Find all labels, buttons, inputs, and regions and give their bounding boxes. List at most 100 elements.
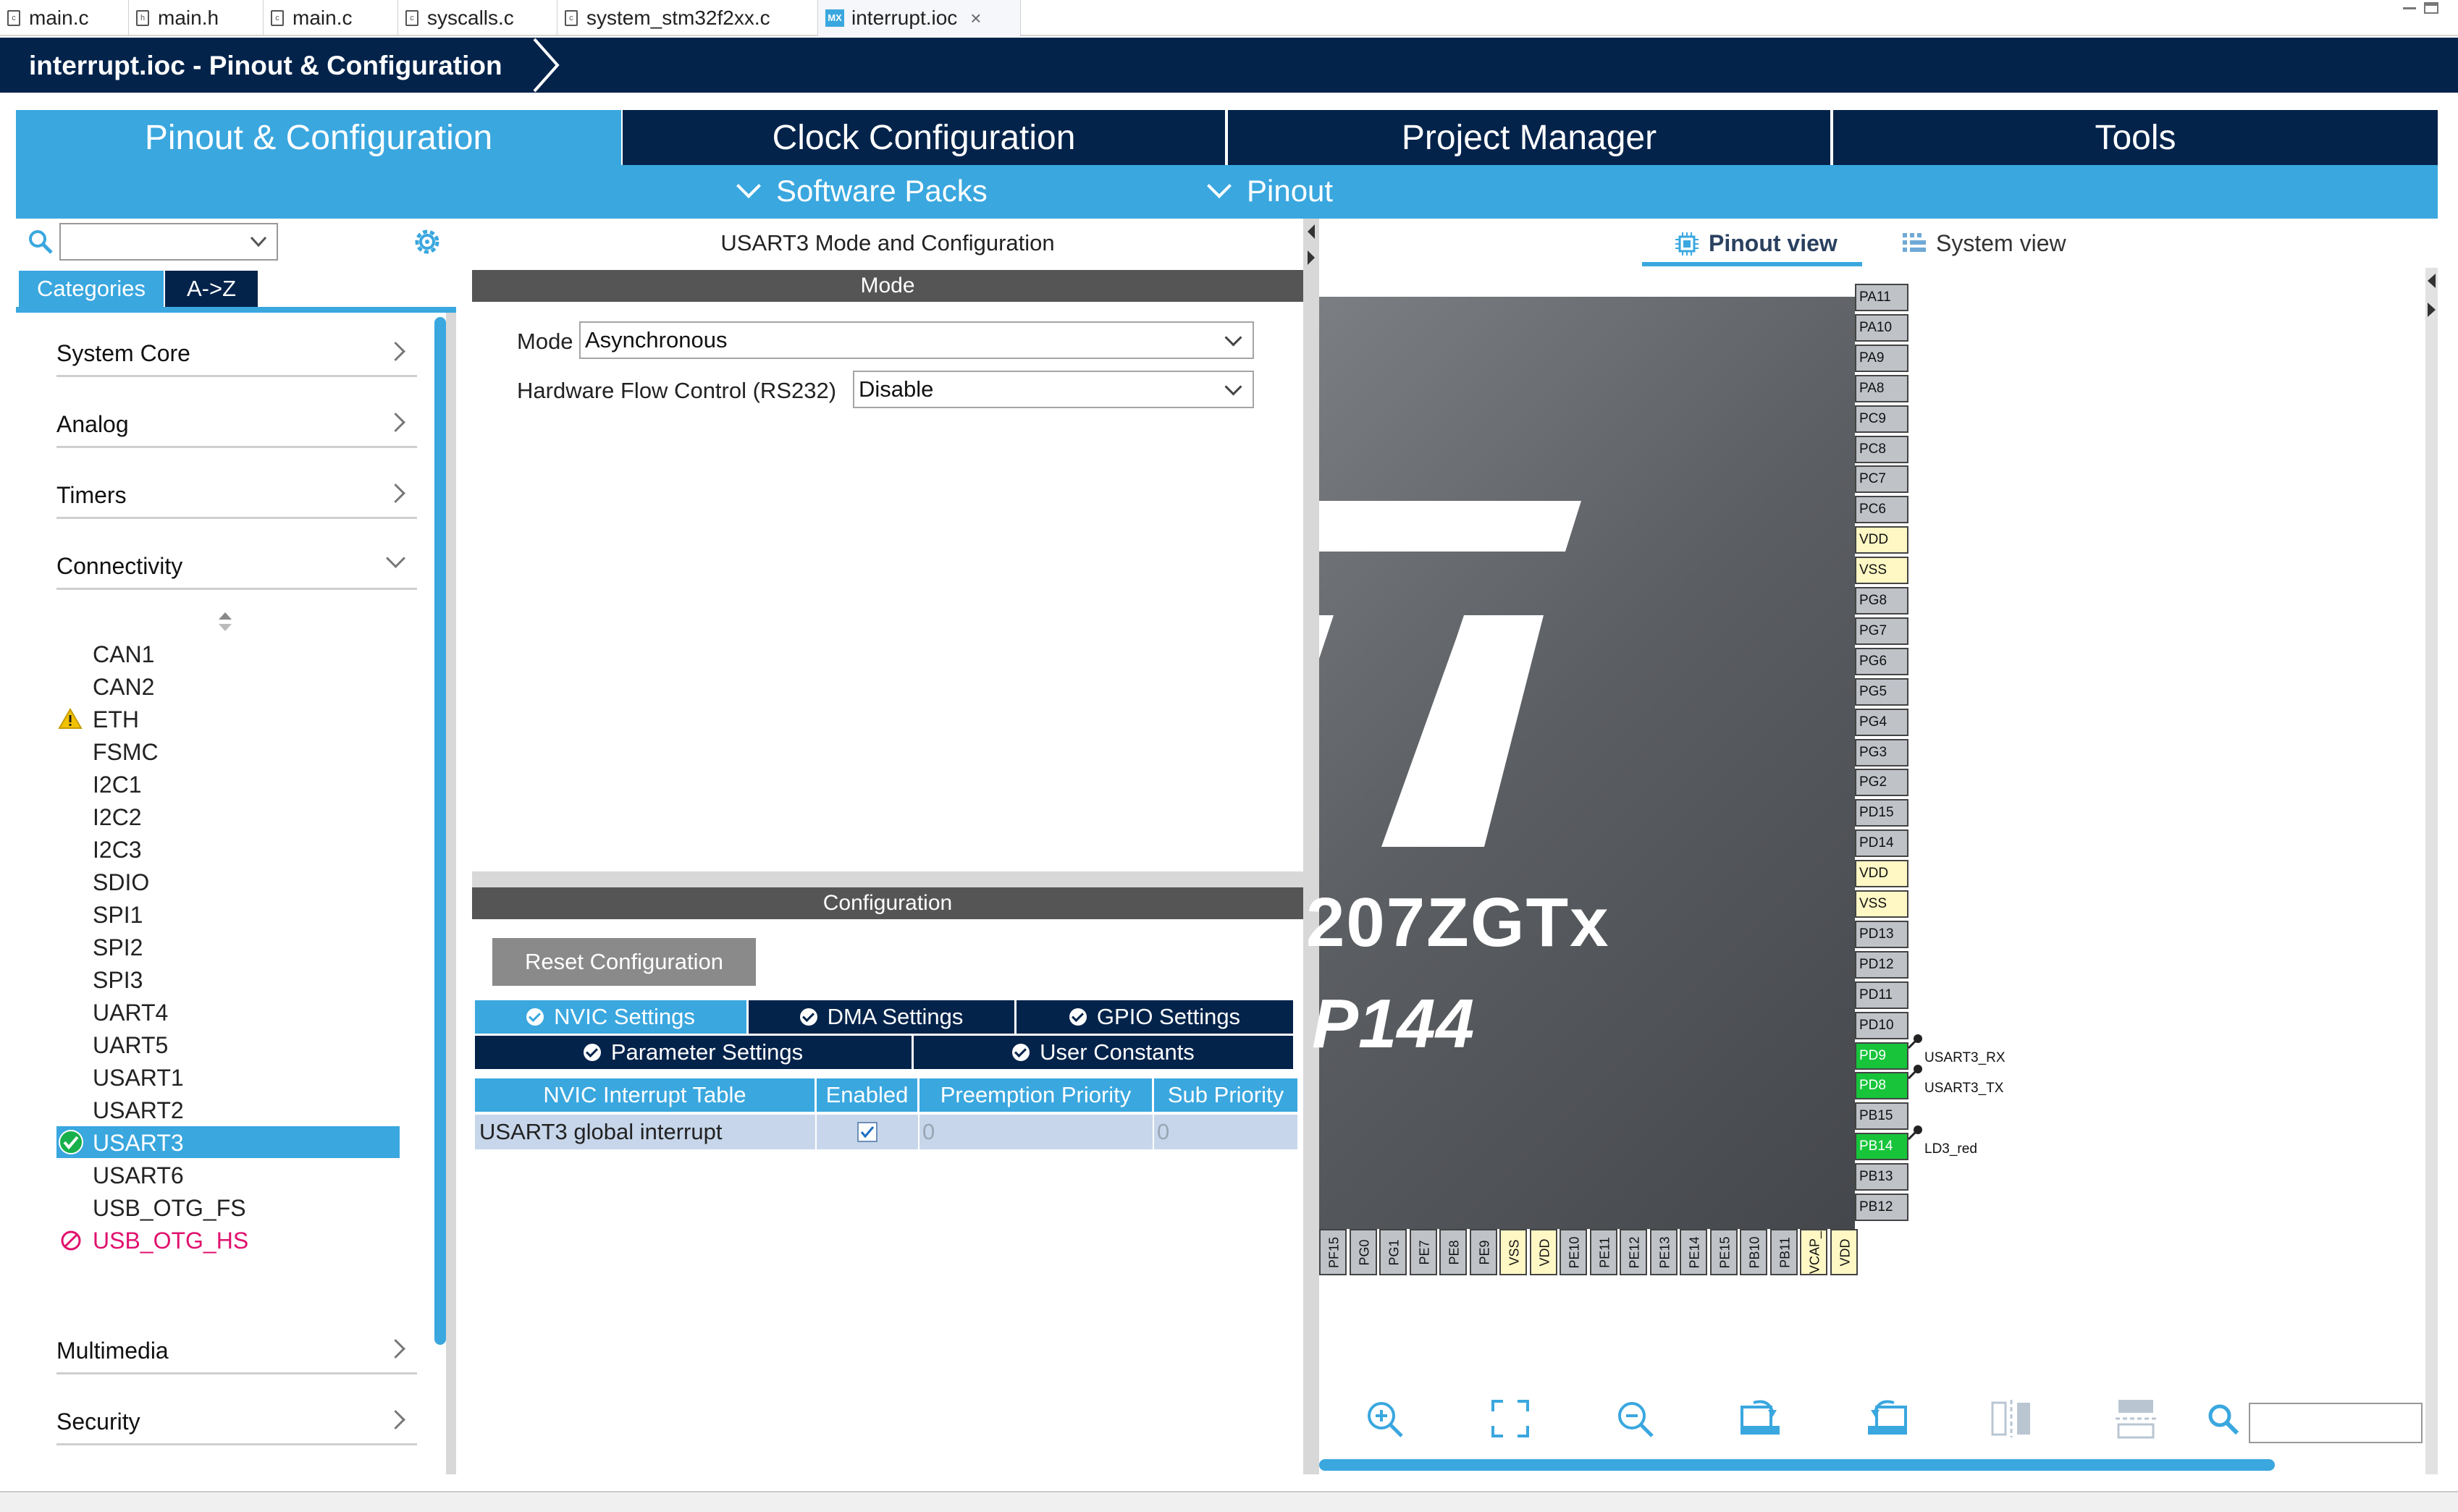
pin-pd11[interactable]: PD11 (1855, 981, 1908, 1009)
pin-pe13[interactable]: PE13 (1649, 1229, 1678, 1275)
tab-tools[interactable]: Tools (1833, 110, 2438, 165)
editor-tab-interrupt-ioc[interactable]: MX interrupt.ioc × (818, 0, 1021, 36)
list-item-can2[interactable]: CAN2 (93, 671, 154, 703)
pin-vdd[interactable]: VDD (1830, 1229, 1858, 1275)
pin-pb13[interactable]: PB13 (1855, 1163, 1908, 1191)
middle-splitter[interactable] (1303, 219, 1319, 1474)
signal-label-pd8[interactable]: USART3_TX (1924, 1081, 2003, 1097)
collapse-right-icon[interactable] (1305, 249, 1318, 266)
flip-horizontal-icon[interactable] (2114, 1397, 2158, 1440)
pin-pg5[interactable]: PG5 (1855, 677, 1908, 706)
signal-label-pd9[interactable]: USART3_RX (1924, 1050, 2005, 1066)
pin-pe11[interactable]: PE11 (1589, 1229, 1617, 1275)
pin-vss[interactable]: VSS (1855, 557, 1908, 585)
pin-pa10[interactable]: PA10 (1855, 313, 1908, 342)
pin-pe14[interactable]: PE14 (1680, 1229, 1707, 1275)
pin-pd8[interactable]: PD8 (1855, 1072, 1908, 1100)
category-timers[interactable]: Timers (56, 473, 417, 519)
pin-pc8[interactable]: PC8 (1855, 435, 1908, 463)
list-item-spi3[interactable]: SPI3 (93, 964, 143, 996)
pin-search-input[interactable] (2249, 1403, 2423, 1443)
list-item-sdio[interactable]: SDIO (93, 866, 149, 898)
mcu-chip-body[interactable]: 207ZGTx P144 (1306, 297, 1855, 1229)
scroll-down-icon[interactable] (2425, 301, 2438, 318)
pin-pg4[interactable]: PG4 (1855, 708, 1908, 736)
tab-pinout-view[interactable]: Pinout view (1674, 230, 1838, 257)
pin-pg0[interactable]: PG0 (1349, 1229, 1377, 1275)
editor-tab-main-c-2[interactable]: c main.c (264, 0, 398, 36)
pin-pd14[interactable]: PD14 (1855, 829, 1908, 858)
tab-gpio-settings[interactable]: GPIO Settings (1017, 1000, 1293, 1034)
sort-icon[interactable] (216, 611, 235, 633)
scroll-up-icon[interactable] (2425, 272, 2438, 290)
list-item-usart6[interactable]: USART6 (93, 1160, 184, 1191)
close-icon[interactable]: × (970, 7, 981, 30)
pin-pe9[interactable]: PE9 (1469, 1229, 1497, 1275)
pin-vss[interactable]: VSS (1499, 1229, 1527, 1275)
table-cell-preemption-priority[interactable]: 0 (919, 1115, 1154, 1149)
pin-pg2[interactable]: PG2 (1855, 769, 1908, 797)
mode-select[interactable]: Asynchronous (579, 321, 1254, 359)
category-security[interactable]: Security (56, 1400, 417, 1445)
category-analog[interactable]: Analog (56, 402, 417, 448)
flip-vertical-icon[interactable] (1990, 1397, 2033, 1440)
editor-tab-main-h[interactable]: h main.h (129, 0, 264, 36)
pin-pb10[interactable]: PB10 (1740, 1229, 1767, 1275)
tab-system-view[interactable]: System view (1901, 230, 2066, 257)
pin-pc9[interactable]: PC9 (1855, 405, 1908, 433)
horizontal-splitter[interactable] (472, 871, 1303, 887)
pin-pf15[interactable]: PF15 (1319, 1229, 1347, 1275)
pin-vdd[interactable]: VDD (1529, 1229, 1557, 1275)
editor-tab-system-stm32[interactable]: c system_stm32f2xx.c (557, 0, 818, 36)
list-item-uart5[interactable]: UART5 (93, 1029, 168, 1061)
pin-pb11[interactable]: PB11 (1769, 1229, 1798, 1275)
pin-pe10[interactable]: PE10 (1560, 1229, 1587, 1275)
vertical-scrollbar-track[interactable] (2425, 268, 2438, 1474)
fit-screen-icon[interactable] (1489, 1397, 1532, 1440)
pin-pc7[interactable]: PC7 (1855, 465, 1908, 494)
list-item-usb-otg-hs[interactable]: USB_OTG_HS (93, 1225, 248, 1257)
horizontal-scrollbar[interactable] (1319, 1459, 2275, 1471)
left-splitter[interactable] (446, 313, 456, 1474)
search-icon[interactable] (28, 229, 54, 255)
search-icon[interactable] (2204, 1397, 2242, 1440)
software-packs-menu[interactable]: Software Packs (736, 174, 988, 208)
list-item-spi1[interactable]: SPI1 (93, 899, 143, 931)
editor-tab-syscalls[interactable]: c syscalls.c (398, 0, 557, 36)
pin-pd13[interactable]: PD13 (1855, 920, 1908, 948)
pin-pa8[interactable]: PA8 (1855, 374, 1908, 402)
list-item-i2c1[interactable]: I2C1 (93, 769, 142, 801)
list-item-usart3[interactable]: USART3 (93, 1127, 184, 1159)
pin-pg6[interactable]: PG6 (1855, 647, 1908, 675)
tab-a-to-z[interactable]: A->Z (165, 271, 258, 307)
minimize-maximize-icon[interactable] (2400, 0, 2444, 22)
list-item-usb-otg-fs[interactable]: USB_OTG_FS (93, 1192, 246, 1224)
pin-pd10[interactable]: PD10 (1855, 1011, 1908, 1039)
tab-user-constants[interactable]: User Constants (914, 1036, 1293, 1069)
list-item-i2c3[interactable]: I2C3 (93, 834, 142, 866)
list-item-spi2[interactable]: SPI2 (93, 932, 143, 963)
pin-pe8[interactable]: PE8 (1439, 1229, 1467, 1275)
pin-vdd[interactable]: VDD (1855, 860, 1908, 888)
list-item-eth[interactable]: ETH (93, 704, 139, 735)
gear-icon[interactable] (411, 226, 443, 258)
pin-pe12[interactable]: PE12 (1620, 1229, 1647, 1275)
table-cell-sub-priority[interactable]: 0 (1154, 1115, 1297, 1149)
reset-configuration-button[interactable]: Reset Configuration (492, 938, 756, 986)
pin-pa11[interactable]: PA11 (1855, 284, 1908, 311)
collapse-left-icon[interactable] (1305, 223, 1318, 240)
pin-pb12[interactable]: PB12 (1855, 1194, 1908, 1221)
list-item-usart1[interactable]: USART1 (93, 1062, 184, 1094)
pin-vcap[interactable]: VCAP_ (1800, 1229, 1827, 1275)
category-system-core[interactable]: System Core (56, 331, 417, 377)
rotate-right-icon[interactable] (1739, 1397, 1783, 1440)
column-header-preemption-priority[interactable]: Preemption Priority (919, 1078, 1154, 1112)
rotate-left-icon[interactable] (1865, 1397, 1908, 1440)
tab-pinout-configuration[interactable]: Pinout & Configuration (16, 110, 621, 165)
signal-label-pb14[interactable]: LD3_red (1924, 1141, 1977, 1157)
enabled-checkbox[interactable] (856, 1121, 878, 1143)
pin-pd12[interactable]: PD12 (1855, 950, 1908, 979)
tab-categories[interactable]: Categories (19, 271, 164, 307)
column-header-sub-priority[interactable]: Sub Priority (1154, 1078, 1297, 1112)
column-header-enabled[interactable]: Enabled (817, 1078, 919, 1112)
